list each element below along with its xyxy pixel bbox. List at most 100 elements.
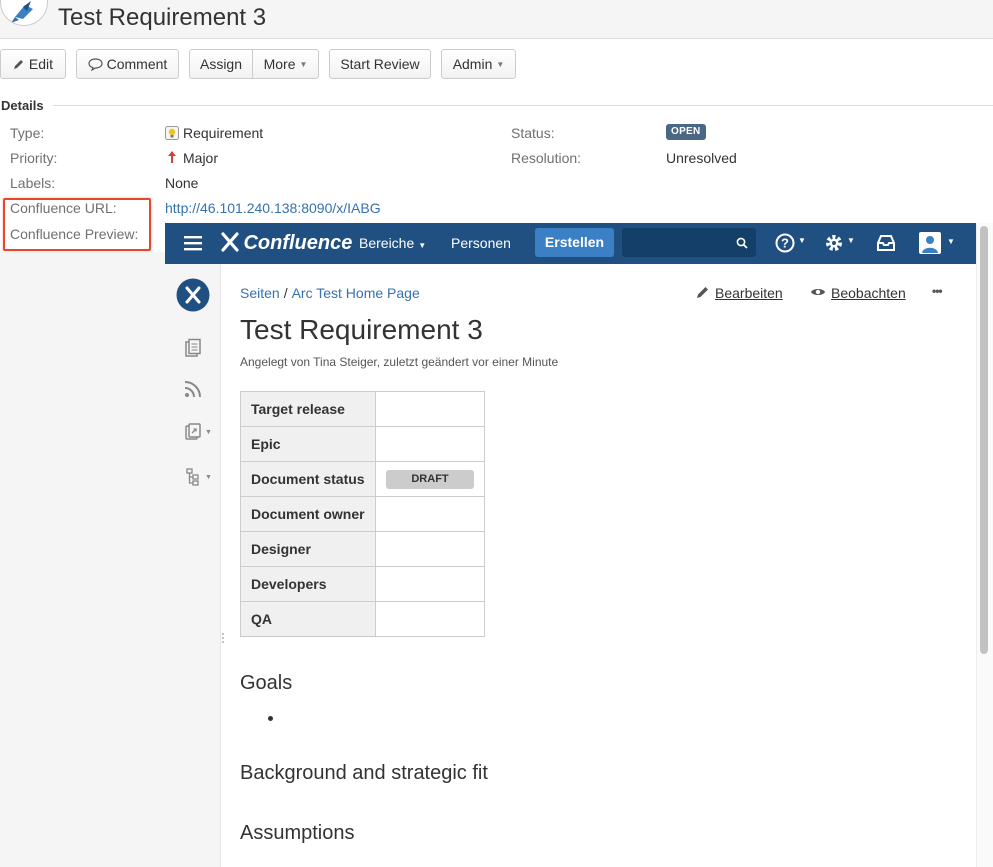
status-label: Status:: [511, 125, 555, 141]
table-value: [375, 566, 485, 602]
bullet-point: [268, 716, 273, 721]
sidebar-resize-handle[interactable]: [221, 631, 225, 643]
confluence-x-icon: [221, 232, 239, 252]
svg-text:?: ?: [781, 236, 789, 251]
gear-icon: [824, 233, 844, 258]
priority-value: Major: [165, 150, 218, 166]
edit-page-action[interactable]: Bearbeiten: [696, 285, 783, 301]
labels-value: None: [165, 175, 199, 191]
comment-button[interactable]: Comment: [76, 49, 179, 79]
hamburger-menu-icon[interactable]: [184, 235, 202, 251]
table-key: Document status: [240, 461, 376, 497]
caret-down-icon: ▼: [798, 236, 806, 245]
table-row: Target release: [240, 391, 485, 427]
breadcrumb: Seiten / Arc Test Home Page: [240, 285, 420, 301]
details-divider: [53, 105, 993, 106]
table-key: Developers: [240, 566, 376, 602]
space-logo-icon[interactable]: [176, 278, 210, 312]
speech-bubble-icon: [88, 52, 103, 72]
table-row: Designer: [240, 531, 485, 567]
caret-down-icon: ▼: [205, 429, 212, 436]
requirement-lightbulb-icon: [165, 126, 179, 140]
nav-people[interactable]: Personen: [451, 223, 511, 264]
caret-down-icon: ▼: [418, 241, 427, 250]
draft-status-lozenge: DRAFT: [386, 470, 474, 489]
table-key: Epic: [240, 426, 376, 462]
help-icon: ?: [775, 233, 795, 258]
table-row: QA: [240, 601, 485, 637]
caret-down-icon: ▼: [299, 60, 308, 70]
create-button[interactable]: Erstellen: [535, 228, 614, 257]
type-value-text: Requirement: [183, 125, 264, 141]
pencil-icon: [696, 285, 710, 299]
table-row: Document owner: [240, 496, 485, 532]
page-tree-icon[interactable]: [183, 467, 203, 487]
assign-more-group: Assign More ▼: [189, 49, 319, 79]
confluence-topbar: Confluence Bereiche ▼ Personen Erstellen …: [165, 223, 976, 264]
type-label: Type:: [10, 125, 45, 141]
type-value: Requirement: [165, 125, 263, 141]
issue-title: Test Requirement 3: [58, 4, 267, 31]
table-key: Designer: [240, 531, 376, 567]
admin-button[interactable]: Admin ▼: [441, 49, 516, 79]
arrow-up-icon: [165, 150, 179, 164]
breadcrumb-separator: /: [283, 285, 288, 301]
edit-button[interactable]: Edit: [0, 49, 66, 79]
issue-header: Test Requirement 3: [0, 0, 993, 39]
table-key: Target release: [240, 391, 376, 427]
table-row: Developers: [240, 566, 485, 602]
shortcuts-icon[interactable]: [183, 422, 203, 442]
comment-button-label: Comment: [106, 56, 168, 72]
watch-page-action[interactable]: Beobachten: [810, 285, 906, 301]
labels-label: Labels:: [10, 175, 56, 191]
rocket-icon: [11, 1, 33, 23]
table-row: Epic: [240, 426, 485, 462]
rss-blog-icon[interactable]: [183, 379, 203, 399]
nav-spaces[interactable]: Bereiche ▼: [359, 223, 426, 264]
details-heading: Details: [1, 98, 44, 113]
caret-down-icon: ▼: [205, 474, 212, 481]
more-button-label: More: [263, 56, 296, 72]
settings-menu[interactable]: ▼: [824, 233, 856, 253]
user-menu[interactable]: ▼: [919, 232, 957, 254]
resolution-value: Unresolved: [666, 150, 737, 166]
scrollbar-thumb[interactable]: [980, 226, 988, 654]
resolution-label: Resolution:: [511, 150, 582, 166]
confluence-logo[interactable]: Confluence: [221, 232, 352, 256]
annotation-highlight-box: [3, 198, 151, 251]
table-value: [375, 496, 485, 532]
assign-button[interactable]: Assign: [190, 50, 253, 78]
table-key: QA: [240, 601, 376, 637]
start-review-button[interactable]: Start Review: [329, 49, 431, 79]
nav-spaces-label: Bereiche: [359, 235, 415, 251]
confluence-preview-frame: Confluence Bereiche ▼ Personen Erstellen …: [165, 223, 976, 867]
page-byline: Angelegt von Tina Steiger, zuletzt geänd…: [240, 355, 559, 369]
search-icon: [736, 236, 748, 249]
more-button[interactable]: More ▼: [253, 50, 318, 78]
table-value: DRAFT: [375, 461, 485, 497]
table-row: Document status DRAFT: [240, 461, 485, 497]
status-badge: OPEN: [666, 124, 706, 140]
heading-assumptions: Assumptions: [240, 822, 355, 844]
confluence-url-link[interactable]: http://46.101.240.138:8090/x/IABG: [165, 200, 381, 216]
search-input[interactable]: [622, 228, 756, 257]
admin-button-label: Admin: [452, 56, 493, 72]
pages-icon[interactable]: [183, 338, 203, 358]
project-avatar[interactable]: [0, 0, 48, 26]
avatar-icon: [919, 232, 941, 259]
help-menu[interactable]: ? ▼: [775, 233, 807, 253]
pencil-icon: [13, 51, 25, 69]
caret-down-icon: ▼: [496, 60, 505, 70]
table-value: [375, 531, 485, 567]
edit-page-label: Bearbeiten: [715, 285, 783, 301]
priority-label: Priority:: [10, 150, 58, 166]
heading-background: Background and strategic fit: [240, 762, 488, 784]
breadcrumb-parent-link[interactable]: Arc Test Home Page: [292, 285, 420, 301]
breadcrumb-pages-link[interactable]: Seiten: [240, 285, 280, 301]
table-key: Document owner: [240, 496, 376, 532]
confluence-sidebar: ▼ ▼: [165, 264, 221, 867]
caret-down-icon: ▼: [947, 237, 955, 246]
inbox-icon[interactable]: [876, 234, 896, 252]
more-actions-button[interactable]: •••: [932, 284, 943, 298]
table-value: [375, 391, 485, 427]
